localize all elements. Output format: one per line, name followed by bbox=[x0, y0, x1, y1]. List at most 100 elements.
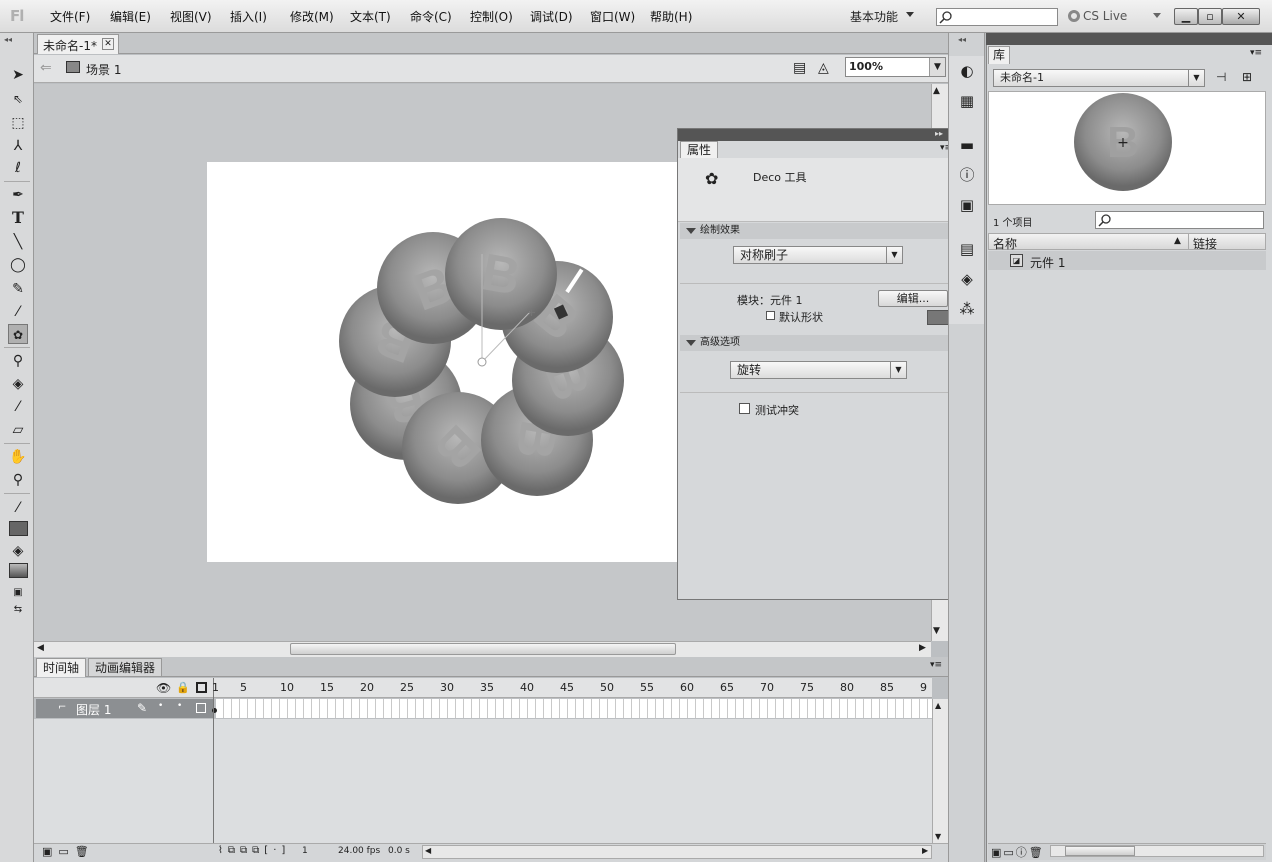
sort-up-icon[interactable]: ▲ bbox=[1174, 236, 1181, 246]
layer-buttons[interactable]: ▣▭🗑 bbox=[42, 845, 95, 858]
outline-icon[interactable] bbox=[196, 682, 207, 693]
scroll-down-icon[interactable]: ▼ bbox=[935, 832, 941, 841]
onion-skin-buttons[interactable]: ⌇⧉⧉⧉[·] bbox=[218, 845, 290, 856]
section-draw-effect[interactable]: 绘制效果 bbox=[680, 223, 958, 239]
timeline-horizontal-scrollbar[interactable] bbox=[422, 845, 932, 859]
menu-window[interactable]: 窗口(W) bbox=[590, 8, 635, 25]
symmetry-center-handle[interactable] bbox=[477, 357, 487, 367]
scroll-left-icon[interactable]: ◀ bbox=[425, 846, 431, 855]
chevron-down-icon[interactable]: ▼ bbox=[929, 58, 945, 76]
menu-modify[interactable]: 修改(M) bbox=[290, 8, 334, 25]
maximize-button[interactable]: ▫ bbox=[1198, 8, 1222, 25]
lock-icon[interactable]: 🔒 bbox=[176, 681, 190, 694]
collapse-icon[interactable]: ▸▸ bbox=[935, 129, 943, 138]
behaviors-panel-icon[interactable]: ⁂ bbox=[958, 300, 976, 318]
collapse-icon[interactable]: ◂◂ bbox=[4, 35, 12, 44]
tab-motion-editor[interactable]: 动画编辑器 bbox=[88, 658, 162, 676]
components-panel-icon[interactable]: ▤ bbox=[958, 240, 976, 258]
scroll-left-icon[interactable]: ◀ bbox=[37, 643, 44, 653]
swatches-panel-icon[interactable]: ▦ bbox=[958, 92, 976, 110]
workspace-switcher[interactable]: 基本功能 bbox=[850, 8, 898, 25]
scene-label[interactable]: 场景 1 bbox=[86, 61, 121, 78]
subselection-tool-icon[interactable]: ⇖ bbox=[8, 89, 28, 109]
fill-color-icon[interactable]: ◈ bbox=[8, 541, 28, 561]
menu-commands[interactable]: 命令(C) bbox=[410, 8, 452, 25]
scroll-right-icon[interactable]: ▶ bbox=[919, 643, 926, 653]
playhead[interactable] bbox=[213, 678, 214, 843]
chevron-down-icon[interactable] bbox=[906, 12, 914, 17]
3d-rotation-tool-icon[interactable]: ⅄ bbox=[8, 136, 28, 156]
stroke-color-icon[interactable]: ⁄ bbox=[8, 498, 28, 518]
minimize-button[interactable]: ▁ bbox=[1174, 8, 1198, 25]
deco-tool-icon[interactable]: ✿ bbox=[8, 324, 28, 344]
column-link[interactable]: 链接 bbox=[1193, 235, 1217, 252]
section-advanced[interactable]: 高级选项 bbox=[680, 335, 958, 351]
menu-debug[interactable]: 调试(D) bbox=[530, 8, 573, 25]
menu-insert[interactable]: 插入(I) bbox=[230, 8, 267, 25]
edit-symbols-icon[interactable]: ◬ bbox=[818, 60, 829, 76]
fill-color-swatch[interactable] bbox=[9, 563, 28, 578]
bone-tool-icon[interactable]: ⚲ bbox=[8, 351, 28, 371]
deco-symmetry-artwork[interactable]: BB BBBBB B + bbox=[207, 162, 678, 562]
collapse-icon[interactable]: ◂◂ bbox=[958, 35, 966, 44]
info-panel-icon[interactable]: ⓘ bbox=[958, 166, 976, 184]
frame-row[interactable] bbox=[216, 699, 932, 718]
menu-edit[interactable]: 编辑(E) bbox=[110, 8, 151, 25]
scrollbar-thumb[interactable] bbox=[1065, 846, 1135, 856]
close-icon[interactable]: ✕ bbox=[102, 38, 114, 50]
scrollbar-thumb[interactable] bbox=[290, 643, 676, 655]
chevron-down-icon[interactable] bbox=[1153, 13, 1161, 18]
scroll-down-icon[interactable]: ▼ bbox=[933, 626, 940, 636]
close-button[interactable]: ✕ bbox=[1222, 8, 1260, 25]
scroll-up-icon[interactable]: ▲ bbox=[935, 701, 941, 710]
layer-name[interactable]: 图层 1 bbox=[76, 701, 111, 718]
selection-tool-icon[interactable]: ➤ bbox=[8, 65, 28, 85]
library-search-input[interactable] bbox=[1095, 211, 1264, 229]
test-collision-checkbox[interactable] bbox=[739, 403, 750, 414]
menu-text[interactable]: 文本(T) bbox=[350, 8, 391, 25]
scroll-right-icon[interactable]: ▶ bbox=[922, 846, 928, 855]
color-panel-icon[interactable]: ◐ bbox=[958, 62, 976, 80]
eyedropper-tool-icon[interactable]: ⁄ bbox=[8, 397, 28, 417]
panel-title-bar[interactable] bbox=[678, 129, 959, 141]
text-tool-icon[interactable]: T bbox=[8, 208, 28, 228]
menu-control[interactable]: 控制(O) bbox=[470, 8, 513, 25]
library-footer-icons[interactable]: ▣▭ⓘ🗑 bbox=[991, 844, 1045, 860]
line-tool-icon[interactable]: ╲ bbox=[8, 232, 28, 252]
properties-tab[interactable]: 属性 bbox=[680, 141, 718, 158]
lock-dot[interactable]: • bbox=[177, 701, 182, 711]
motion-presets-icon[interactable]: ◈ bbox=[958, 270, 976, 288]
frame-rate[interactable]: 24.00 fps bbox=[338, 846, 380, 856]
library-tab[interactable]: 库 bbox=[988, 46, 1010, 64]
swap-colors-icon[interactable]: ⇆ bbox=[8, 600, 28, 620]
menu-help[interactable]: 帮助(H) bbox=[650, 8, 692, 25]
stroke-color-swatch[interactable] bbox=[9, 521, 28, 536]
help-search-input[interactable] bbox=[936, 8, 1058, 26]
back-arrow-icon[interactable]: ⇐ bbox=[40, 60, 52, 76]
pen-tool-icon[interactable]: ✒ bbox=[8, 185, 28, 205]
menu-file[interactable]: 文件(F) bbox=[50, 8, 90, 25]
new-library-panel-icon[interactable]: ⊞ bbox=[1242, 70, 1252, 84]
effect-select[interactable]: 对称刷子 ▼ bbox=[733, 246, 903, 264]
free-transform-tool-icon[interactable]: ⬚ bbox=[8, 113, 28, 133]
symbol-instance[interactable]: B bbox=[445, 218, 557, 330]
align-panel-icon[interactable]: ▬ bbox=[958, 136, 976, 154]
zoom-tool-icon[interactable]: ⚲ bbox=[8, 470, 28, 490]
cs-live[interactable]: CS Live bbox=[1068, 9, 1127, 23]
panel-title-bar[interactable] bbox=[986, 33, 1272, 45]
panel-menu-icon[interactable]: ▾≡ bbox=[1250, 48, 1262, 58]
lasso-tool-icon[interactable]: ℓ bbox=[8, 158, 28, 178]
eraser-tool-icon[interactable]: ▱ bbox=[8, 420, 28, 440]
edit-button[interactable]: 编辑... bbox=[878, 290, 948, 307]
panel-menu-icon[interactable]: ▾≡ bbox=[930, 660, 942, 670]
library-doc-select[interactable]: 未命名-1 ▼ bbox=[993, 69, 1205, 87]
advanced-select[interactable]: 旋转 ▼ bbox=[730, 361, 907, 379]
paint-bucket-tool-icon[interactable]: ◈ bbox=[8, 374, 28, 394]
hand-tool-icon[interactable]: ✋ bbox=[8, 447, 28, 467]
pencil-tool-icon[interactable]: ✎ bbox=[8, 279, 28, 299]
transform-panel-icon[interactable]: ▣ bbox=[958, 196, 976, 214]
timeline-vertical-scrollbar[interactable] bbox=[932, 699, 948, 843]
column-name[interactable]: 名称 bbox=[993, 235, 1017, 252]
outline-toggle[interactable] bbox=[196, 703, 206, 713]
brush-tool-icon[interactable]: ⁄ bbox=[8, 302, 28, 322]
